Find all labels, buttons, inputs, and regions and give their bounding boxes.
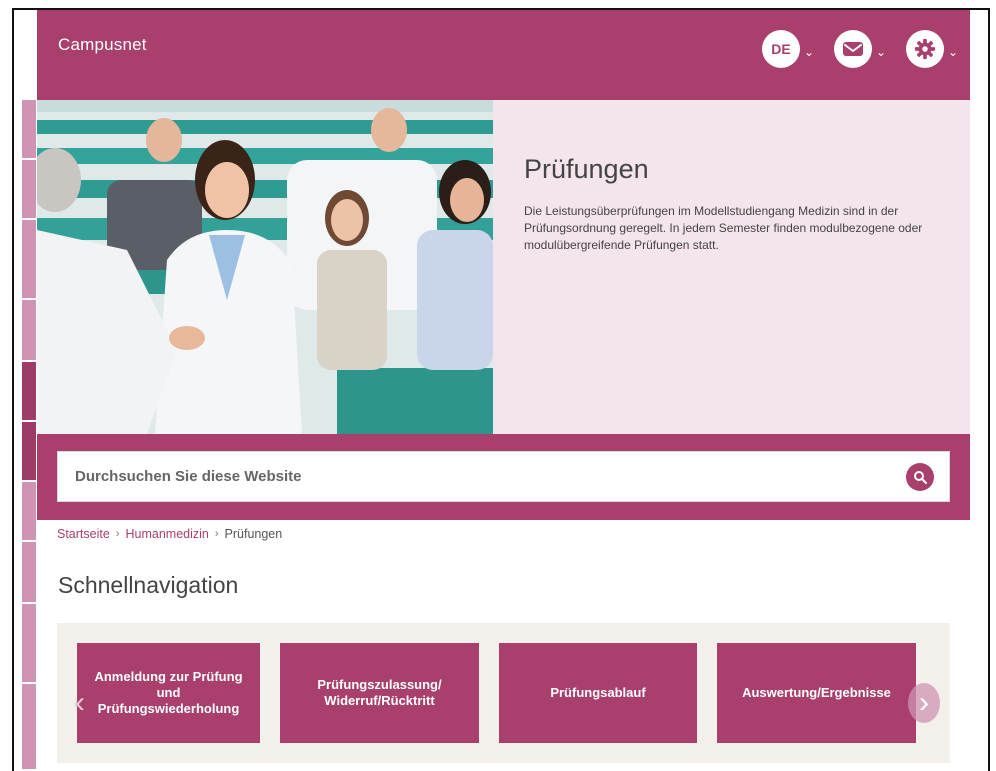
search-icon [914,471,927,484]
chevron-right-icon: › [919,686,929,719]
carousel-next-button[interactable]: › [908,683,940,723]
carousel-prev-button[interactable]: ‹ [65,684,95,722]
search-input[interactable] [58,452,888,501]
hero-photo [37,100,493,434]
brand-name[interactable]: Campusnet [58,35,147,55]
chevron-down-icon: ⌄ [876,45,887,59]
side-rail-segment[interactable] [22,684,36,771]
window-frame-right [988,8,990,771]
messages-button[interactable]: ⌄ [834,30,886,68]
quicknav-tile-zulassung[interactable]: Prüfungszulassung/ Widerruf/Rücktritt [280,643,479,743]
breadcrumb: Startseite › Humanmedizin › Prüfungen [57,527,282,541]
breadcrumb-startseite[interactable]: Startseite [57,527,110,541]
side-rail-segment[interactable] [22,604,36,684]
breadcrumb-current: Prüfungen [224,527,283,541]
side-rail-segment[interactable] [22,482,36,542]
site-header: Campusnet DE ⌄ ⌄ ⌄ [37,10,970,100]
search-box [57,451,950,502]
side-rail-segment[interactable] [22,220,36,300]
settings-button[interactable]: ⌄ [906,30,958,68]
side-rail-segment[interactable] [22,100,36,160]
quicknav-tile-ergebnisse[interactable]: Auswertung/Ergebnisse [717,643,916,743]
quicknav-carousel: Anmeldung zur Prüfung und Prüfungswieder… [57,623,950,763]
side-rail-segment[interactable] [22,160,36,220]
window-frame-left [12,8,14,771]
chevron-down-icon: ⌄ [804,45,815,59]
language-button[interactable]: DE ⌄ [762,30,814,68]
side-rail [22,100,36,771]
side-rail-segment-active[interactable] [22,422,36,482]
quicknav-heading: Schnellnavigation [58,572,239,598]
search-band [37,434,970,520]
chevron-left-icon: ‹ [75,686,85,719]
breadcrumb-humanmedizin[interactable]: Humanmedizin [125,527,208,541]
breadcrumb-separator: › [214,528,219,540]
side-rail-segment[interactable] [22,300,36,362]
chevron-down-icon: ⌄ [948,45,959,59]
search-button[interactable] [906,463,934,491]
side-rail-segment-active[interactable] [22,362,36,422]
mail-icon [834,30,872,68]
quicknav-tile-ablauf[interactable]: Prüfungsablauf [499,643,697,743]
breadcrumb-separator: › [115,528,120,540]
page-intro: Die Leistungsüberprüfungen im Modellstud… [524,204,923,252]
language-badge: DE [762,30,800,68]
gear-icon [906,30,944,68]
quicknav-tile-anmeldung[interactable]: Anmeldung zur Prüfung und Prüfungswieder… [77,643,260,743]
side-rail-segment[interactable] [22,542,36,604]
hero-section: Prüfungen Die Leistungsüberprüfungen im … [37,100,970,434]
page-title: Prüfungen [524,154,649,184]
